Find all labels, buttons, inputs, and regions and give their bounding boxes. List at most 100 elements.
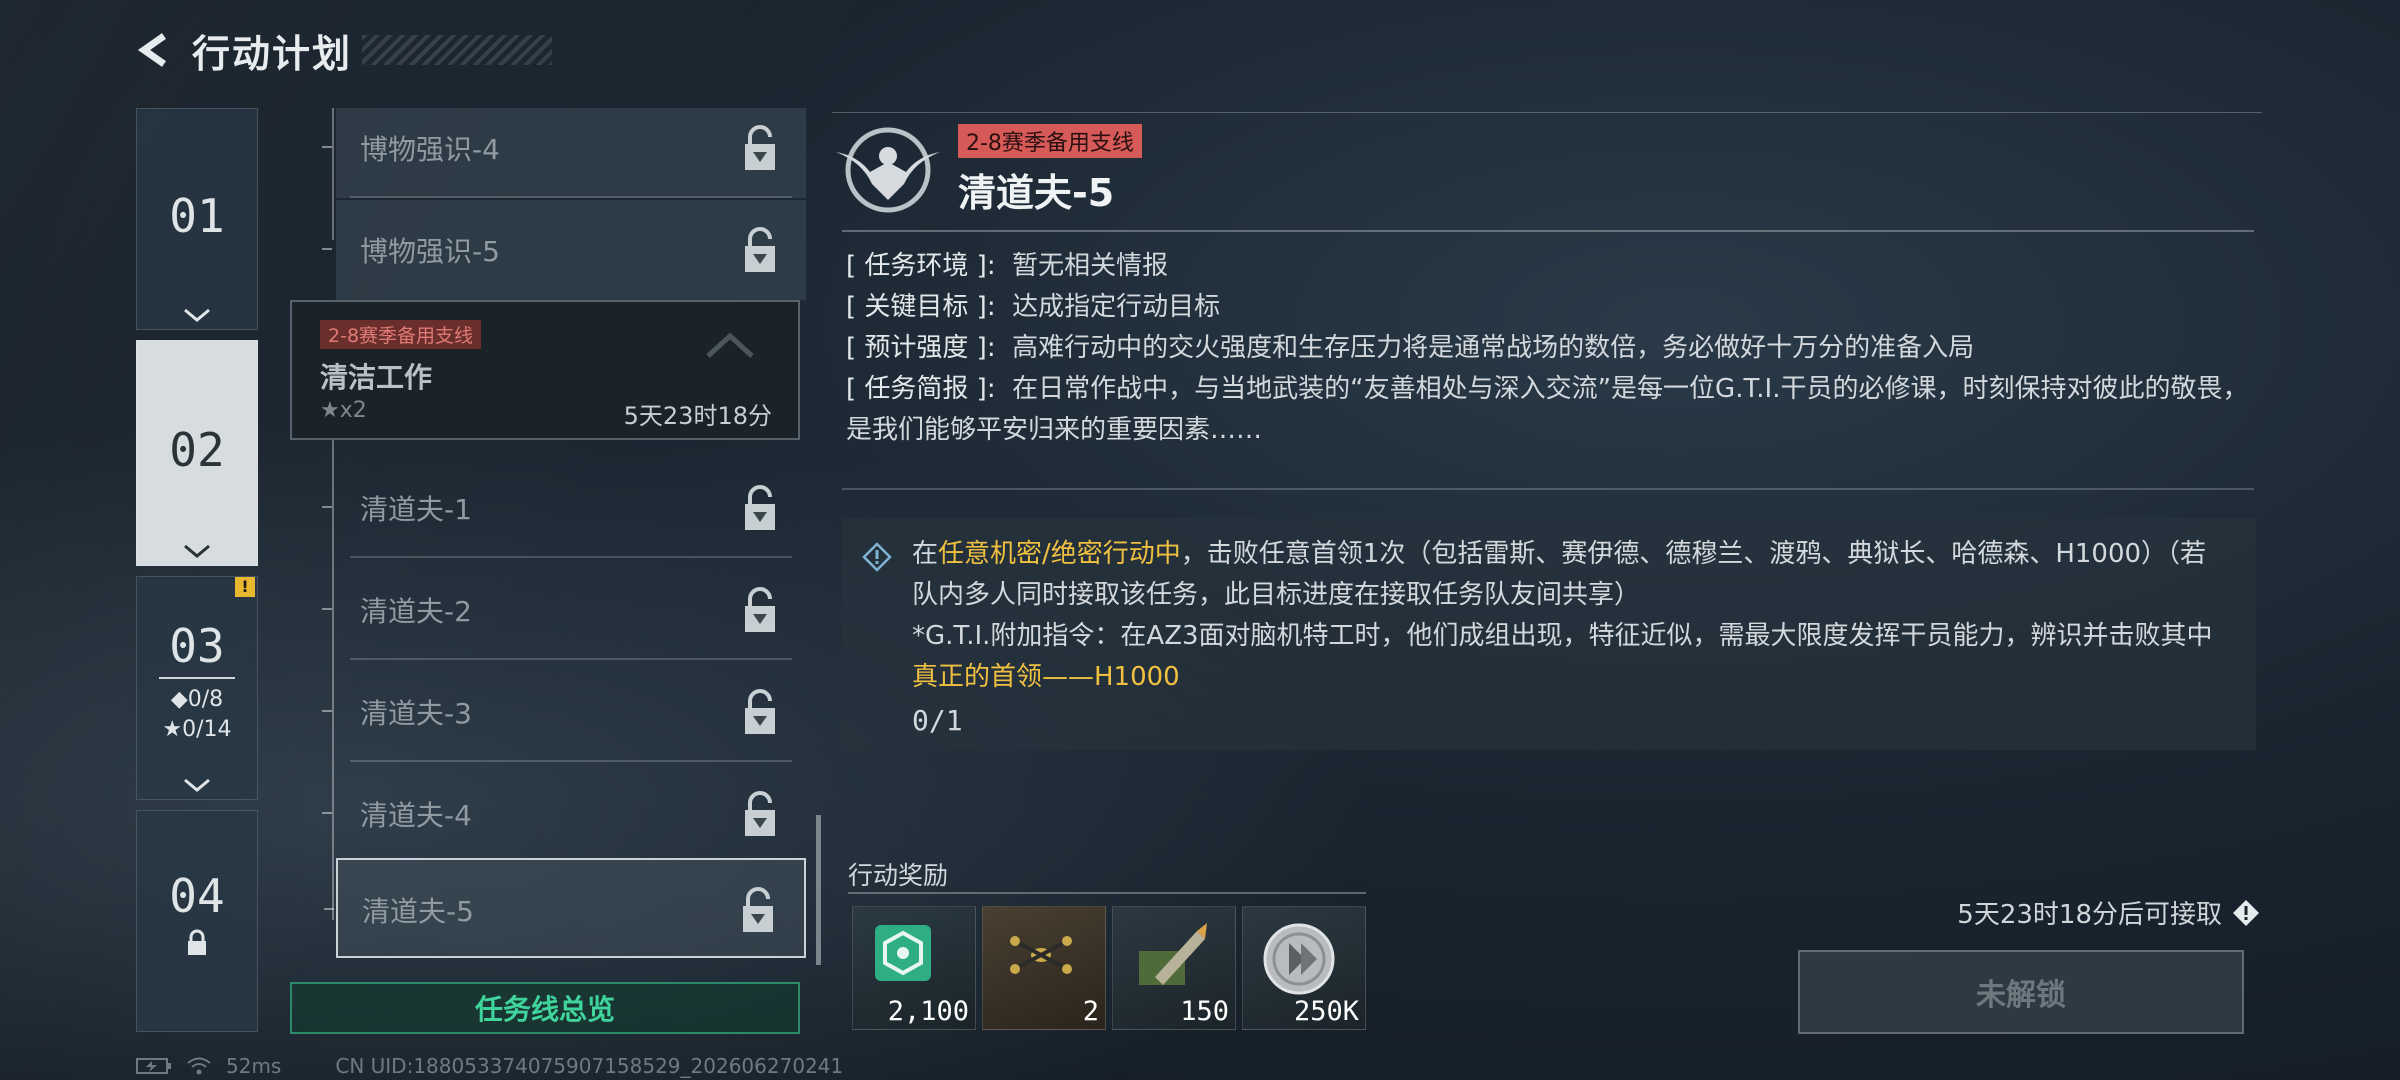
info-key: [ 任务简报 ]: — [846, 374, 996, 404]
lock-icon — [745, 689, 775, 734]
chevron-up-icon — [706, 332, 754, 358]
chapter-number: 04 — [169, 869, 225, 923]
mission-item[interactable]: 清道夫-4 — [322, 764, 806, 864]
reward-item-ammo[interactable]: 150 — [1112, 906, 1236, 1030]
tree-node — [322, 710, 332, 712]
mission-label: 清道夫-4 — [360, 799, 472, 832]
info-row-goal: [ 关键目标 ]: 达成指定行动目标 — [846, 287, 2266, 328]
chapter-tab-04[interactable]: 04 — [136, 810, 258, 1032]
reward-item-coin[interactable]: 250K — [1242, 906, 1366, 1030]
tree-node — [324, 908, 334, 910]
separator — [350, 556, 792, 558]
reward-item-drone[interactable]: 2 — [982, 906, 1106, 1030]
mission-label: 清道夫-2 — [360, 595, 472, 628]
season-tag: 2-8赛季备用支线 — [320, 320, 482, 349]
mission-label: 清道夫-3 — [360, 697, 472, 730]
chapter-stats: ◆0/8 ★0/14 — [162, 685, 231, 745]
chapter-tab-02[interactable]: 02 — [136, 340, 258, 566]
objective-progress: 0/1 — [912, 704, 963, 737]
warning-badge: ! — [235, 577, 255, 597]
chapter-number: 01 — [169, 189, 225, 243]
mission-item[interactable]: 清道夫-3 — [322, 662, 806, 762]
tree-node — [322, 506, 332, 508]
mission-item[interactable]: 清道夫-2 — [322, 560, 806, 660]
divider — [848, 892, 1366, 894]
info-diamond-icon[interactable] — [2232, 899, 2260, 927]
mission-item[interactable]: 清道夫-1 — [322, 458, 806, 558]
coin-icon — [1263, 923, 1335, 995]
tree-node — [322, 146, 332, 148]
info-value: 暂无相关情报 — [1012, 251, 1169, 281]
unlock-button[interactable]: 未解锁 — [1798, 950, 2244, 1034]
lock-icon — [745, 485, 775, 530]
objective-diamond-icon — [862, 542, 892, 572]
objective-pre: 在 — [912, 539, 939, 569]
info-key: [ 任务环境 ]: — [846, 251, 996, 281]
reward-item-badge[interactable]: 2,100 — [852, 906, 976, 1030]
rewards-title: 行动奖励 — [848, 861, 949, 890]
mission-info: [ 任务环境 ]: 暂无相关情报 [ 关键目标 ]: 达成指定行动目标 [ 预计… — [846, 246, 2266, 451]
info-key: [ 关键目标 ]: — [846, 292, 996, 322]
back-button[interactable] — [132, 28, 176, 72]
header: 行动计划 — [132, 20, 553, 80]
info-row-intensity: [ 预计强度 ]: 高难行动中的交火强度和生存压力将是通常战场的数倍，务必做好十… — [846, 328, 2266, 369]
divider — [842, 230, 2254, 232]
diamond-progress: ◆0/8 — [170, 687, 224, 712]
info-key: [ 预计强度 ]: — [846, 333, 996, 363]
reward-count: 150 — [1180, 996, 1229, 1027]
tree-node — [322, 812, 332, 814]
mission-label: 博物强识-4 — [360, 133, 500, 166]
tree-node — [322, 608, 332, 610]
chain-time: 5天23时18分 — [623, 402, 772, 430]
mission-item[interactable]: 博物强识-5 — [322, 200, 806, 300]
info-value: 在日常作战中，与当地武装的“友善相处与深入交流”是每一位G.T.I.干员的必修课… — [846, 374, 2249, 445]
separator — [350, 760, 792, 762]
season-tag: 2-8赛季备用支线 — [958, 124, 1142, 158]
tree-line — [332, 440, 334, 920]
mission-item-selected[interactable]: 清道夫-5 — [324, 858, 806, 958]
objective-highlight: 任意机密/绝密行动中 — [938, 539, 1181, 569]
availability-text: 5天23时18分后可接取 — [1957, 900, 2222, 930]
chapter-tab-01[interactable]: 01 — [136, 108, 258, 330]
drone-icon — [1010, 936, 1072, 974]
mission-list[interactable]: 博物强识-4 博物强识-5 2-8赛季备用支线 清洁工作 ★x2 5天23时18… — [290, 108, 810, 968]
battery-icon — [136, 1058, 171, 1074]
reward-count: 250K — [1293, 996, 1359, 1027]
lock-icon — [745, 587, 775, 632]
title-decoration — [362, 35, 553, 65]
eagle-emblem-icon — [836, 127, 940, 213]
mission-label: 清道夫-1 — [360, 493, 472, 526]
objective-text: 在任意机密/绝密行动中，击败任意首领1次（包括雷斯、赛伊德、德穆兰、渡鸦、典狱长… — [912, 534, 2232, 698]
chevron-down-icon — [184, 308, 210, 322]
info-value: 达成指定行动目标 — [1012, 292, 1221, 322]
divider — [842, 488, 2254, 490]
page-title: 行动计划 — [192, 31, 353, 76]
reward-count: 2 — [1082, 996, 1099, 1027]
back-arrow-icon — [137, 33, 167, 67]
chevron-down-icon — [184, 778, 210, 792]
lock-icon — [745, 227, 775, 272]
ping-text: 52ms — [226, 1054, 282, 1078]
separator — [350, 658, 792, 660]
scrollbar[interactable] — [816, 815, 821, 965]
availability-info: 5天23时18分后可接取 — [1957, 894, 2260, 931]
tree-node — [322, 248, 332, 250]
info-value: 高难行动中的交火强度和生存压力将是通常战场的数倍，务必做好十万分的准备入局 — [1012, 333, 1975, 363]
chain-stars: ★x2 — [320, 398, 367, 423]
mission-label: 博物强识-5 — [360, 235, 500, 268]
mission-item[interactable]: 博物强识-4 — [322, 108, 806, 198]
mission-overview-button[interactable]: 任务线总览 — [290, 982, 800, 1034]
star-progress: ★0/14 — [162, 717, 232, 742]
mission-chain-card[interactable]: 2-8赛季备用支线 清洁工作 ★x2 5天23时18分 — [290, 300, 800, 440]
divider — [832, 112, 2262, 113]
objective-box: 在任意机密/绝密行动中，击败任意首领1次（包括雷斯、赛伊德、德穆兰、渡鸦、典狱长… — [842, 518, 2256, 750]
chevron-down-icon — [184, 544, 210, 558]
chapter-tab-03[interactable]: ! 03 ◆0/8 ★0/14 — [136, 576, 258, 800]
badge-icon — [875, 925, 931, 981]
objective-note: *G.T.I.附加指令：在AZ3面对脑机特工时，他们成组出现，特征近似，需最大限… — [912, 621, 2213, 651]
lock-icon — [743, 887, 773, 932]
chain-name: 清洁工作 — [320, 361, 433, 394]
status-bar: 52ms CN UID:18805337407590715852​9_20260… — [136, 1054, 843, 1078]
ammo-icon — [1139, 923, 1207, 985]
uid-text: CN UID:18805337407590715852​9_2026062702… — [335, 1054, 844, 1078]
